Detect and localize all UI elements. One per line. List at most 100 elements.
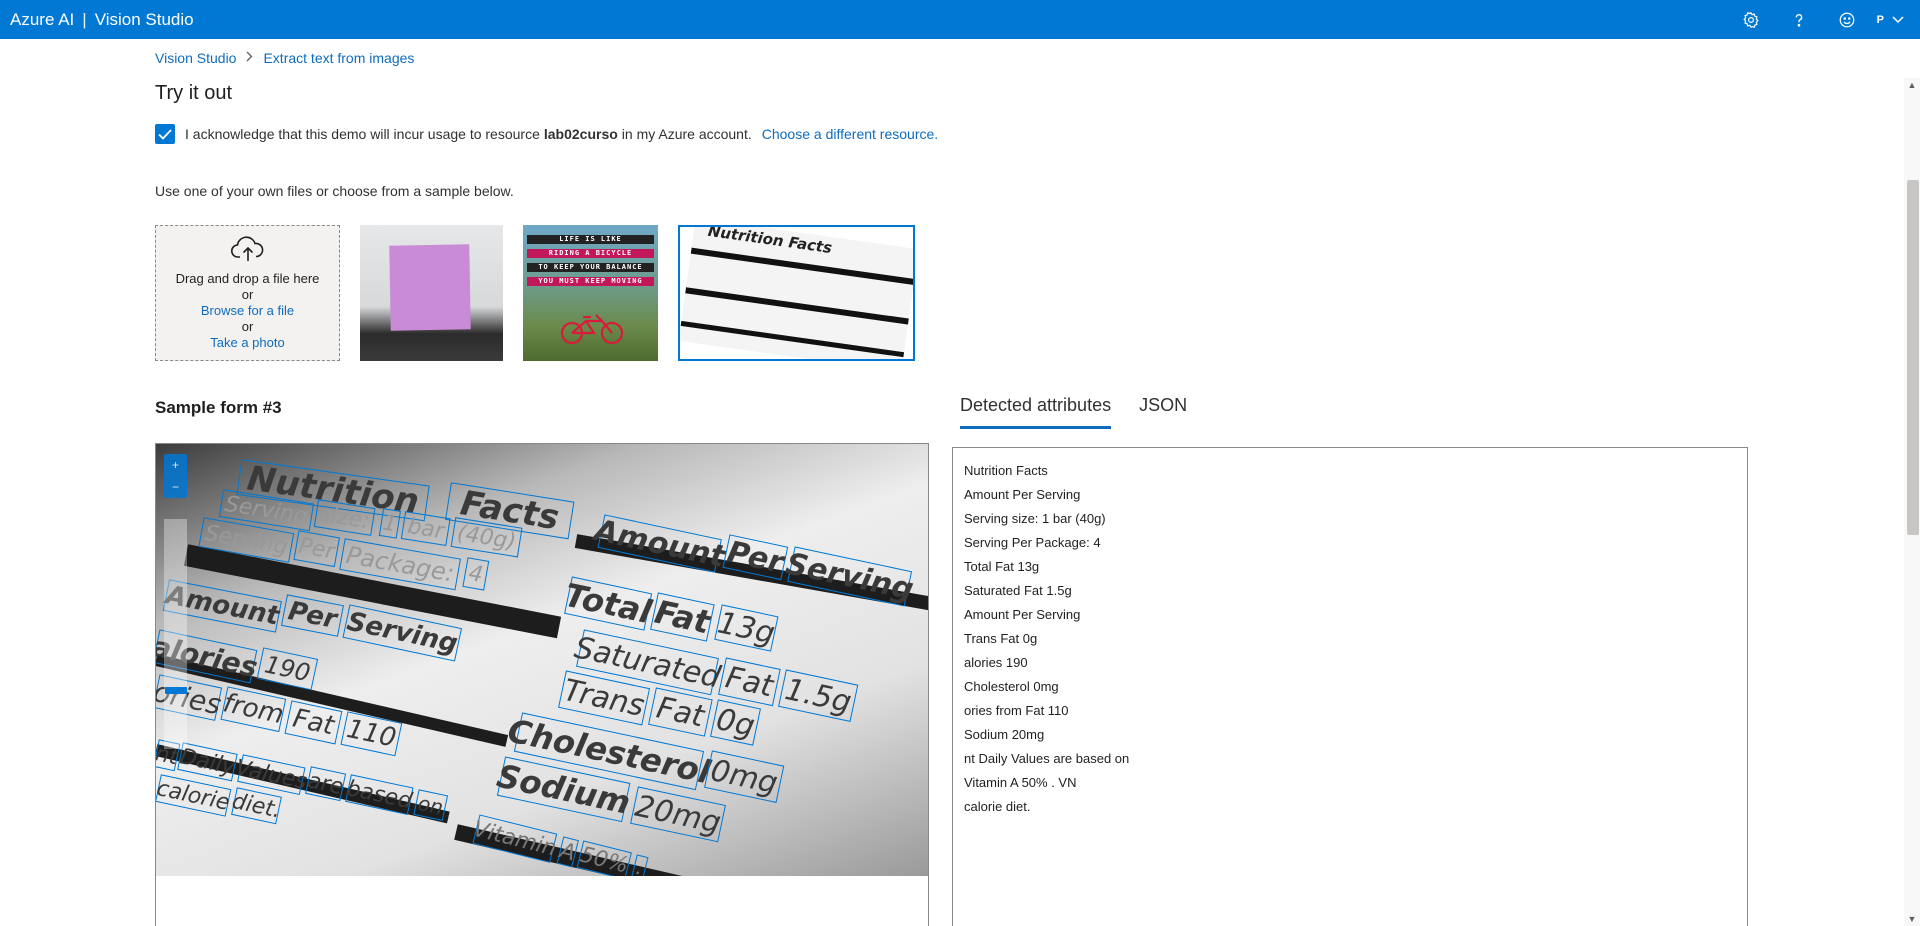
poster-line-4: YOU MUST KEEP MOVING	[527, 277, 654, 286]
detected-line: Nutrition Facts	[964, 463, 1048, 478]
ocr-word-box[interactable]: from	[220, 686, 286, 733]
ack-text-before: I acknowledge that this demo will incur …	[185, 126, 540, 142]
help-icon[interactable]	[1775, 0, 1823, 39]
zoom-in-icon[interactable]: +	[164, 454, 187, 476]
detected-line: Serving Per Package: 4	[964, 535, 1101, 550]
ocr-word-box[interactable]: calorie	[156, 774, 232, 817]
ocr-word-box[interactable]: Total	[561, 576, 655, 631]
use-files-instruction: Use one of your own files or choose from…	[155, 183, 514, 199]
sample-thumbnail-3-selected[interactable]: Nutrition Facts	[678, 225, 915, 361]
top-bar: Azure AI | Vision Studio P	[0, 0, 1920, 39]
settings-icon[interactable]	[1727, 0, 1775, 39]
account-menu[interactable]: P	[1871, 13, 1920, 27]
ocr-word-box[interactable]: .	[631, 854, 649, 876]
sample-form-title: Sample form #3	[155, 398, 282, 417]
ack-text-after: in my Azure account.	[621, 126, 752, 142]
browse-file-link[interactable]: Browse for a file	[201, 303, 294, 319]
ocr-word-box[interactable]: A	[556, 836, 579, 868]
sticky-note-image: ​	[389, 244, 471, 331]
tab-json[interactable]: JSON	[1139, 395, 1187, 429]
ocr-word-box[interactable]: 1.5g	[778, 669, 859, 722]
ocr-word-box[interactable]: 1	[378, 508, 401, 539]
breadcrumb-vision-studio[interactable]: Vision Studio	[155, 50, 236, 66]
chevron-down-icon	[1892, 13, 1904, 27]
poster-line-1: LIFE IS LIKE	[527, 235, 654, 244]
ocr-word-box[interactable]: Amount	[591, 513, 728, 575]
nutrition-label-image: Nutrition Facts	[680, 227, 913, 359]
ocr-word-box[interactable]: Package:	[339, 538, 461, 591]
ocr-word-box[interactable]: Per	[722, 534, 789, 580]
detected-line: Total Fat 13g	[964, 559, 1040, 574]
file-upload-dropzone[interactable]: Drag and drop a file here or Browse for …	[155, 225, 340, 361]
top-icons: P	[1727, 0, 1920, 39]
ocr-word-box[interactable]: Per	[280, 594, 344, 637]
scroll-down-icon[interactable]: ▼	[1904, 912, 1920, 926]
ocr-word-box[interactable]: bar	[400, 511, 451, 547]
scrollbar-thumb[interactable]	[1907, 180, 1919, 535]
poster-line-3: TO KEEP YOUR BALANCE	[527, 263, 654, 272]
ocr-word-box[interactable]: 0g	[710, 699, 761, 746]
sample-thumbnail-1[interactable]: ​	[360, 225, 503, 361]
app-name: Vision Studio	[94, 9, 194, 29]
detected-line: Trans Fat 0g	[964, 631, 1038, 646]
ocr-word-box[interactable]: are	[305, 766, 347, 802]
ocr-word-box[interactable]: based	[344, 774, 414, 816]
detected-line: ories from Fat 110	[964, 703, 1069, 718]
zoom-slider-track[interactable]	[164, 519, 187, 749]
ocr-word-box[interactable]: Fat	[650, 592, 715, 642]
account-initial: P	[1876, 13, 1884, 26]
detected-line: calorie diet.	[964, 799, 1031, 814]
detected-attributes-panel: Nutrition Facts Amount Per Serving Servi…	[952, 447, 1748, 926]
or-text-1: or	[241, 287, 254, 302]
scroll-up-icon[interactable]: ▲	[1904, 78, 1920, 92]
ocr-word-box[interactable]: 0mg	[704, 750, 785, 803]
ocr-word-box[interactable]: diet.	[230, 787, 283, 825]
ocr-word-box[interactable]: 4	[462, 557, 490, 591]
ocr-word-box[interactable]: 13g	[714, 604, 779, 652]
cloud-upload-icon	[230, 235, 266, 267]
brand[interactable]: Azure AI | Vision Studio	[0, 10, 194, 30]
ocr-word-box[interactable]: Per	[293, 530, 340, 568]
ocr-word-box[interactable]: 110	[340, 711, 403, 757]
feedback-smiley-icon[interactable]	[1823, 0, 1871, 39]
page-scrollbar[interactable]: ▲ ▼	[1904, 78, 1920, 926]
ocr-word-box[interactable]: Serving	[342, 604, 463, 662]
detected-line: Cholesterol 0mg	[964, 679, 1059, 694]
ocr-overlay: Nutrition Facts Serving size: 1 bar (40g…	[156, 444, 928, 876]
sample-thumbnail-2[interactable]: LIFE IS LIKE RIDING A BICYCLE TO KEEP YO…	[523, 225, 658, 361]
image-preview-panel: Nutrition Facts Serving size: 1 bar (40g…	[155, 443, 929, 926]
detected-line: Saturated Fat 1.5g	[964, 583, 1072, 598]
take-photo-link[interactable]: Take a photo	[210, 335, 284, 351]
or-text-2: or	[241, 319, 254, 334]
ocr-word-box[interactable]: Fat	[284, 700, 343, 745]
brand-name: Azure AI	[10, 9, 75, 29]
bicycle-image	[560, 314, 624, 345]
tab-detected-attributes[interactable]: Detected attributes	[960, 395, 1112, 429]
ocr-word-box[interactable]: 20mg	[630, 786, 726, 843]
ocr-word-box[interactable]: 50%	[576, 840, 632, 876]
brand-separator: |	[82, 9, 87, 29]
result-tabs: Detected attributes JSON	[960, 395, 1187, 429]
chevron-right-icon	[246, 51, 253, 65]
zoom-slider-handle[interactable]	[165, 687, 187, 694]
analyzed-image[interactable]: Nutrition Facts Serving size: 1 bar (40g…	[156, 444, 928, 876]
ocr-word-box[interactable]: Fat	[648, 687, 713, 737]
ocr-word-box[interactable]: Serving	[783, 546, 917, 607]
page-title: Try it out	[155, 82, 233, 104]
detected-line: alories 190	[964, 655, 1028, 670]
drag-drop-text: Drag and drop a file here	[175, 271, 320, 286]
zoom-controls: + −	[164, 454, 187, 498]
detected-line: Amount Per Serving	[964, 607, 1081, 622]
ack-resource-name: lab02curso	[543, 126, 618, 142]
ocr-word-box[interactable]: 190	[256, 647, 319, 691]
acknowledge-checkbox[interactable]	[155, 124, 175, 144]
detected-line: Sodium 20mg	[964, 727, 1045, 742]
ocr-word-box[interactable]: Vitamin	[471, 814, 559, 863]
breadcrumb-extract-text[interactable]: Extract text from images	[263, 50, 414, 66]
zoom-out-icon[interactable]: −	[164, 476, 187, 498]
poster-line-2: RIDING A BICYCLE	[527, 249, 654, 258]
ocr-word-box[interactable]: Fat	[718, 657, 781, 707]
breadcrumb: Vision Studio Extract text from images	[155, 50, 414, 66]
choose-different-resource-link[interactable]: Choose a different resource.	[762, 126, 938, 142]
ocr-word-box[interactable]: on	[413, 789, 449, 821]
